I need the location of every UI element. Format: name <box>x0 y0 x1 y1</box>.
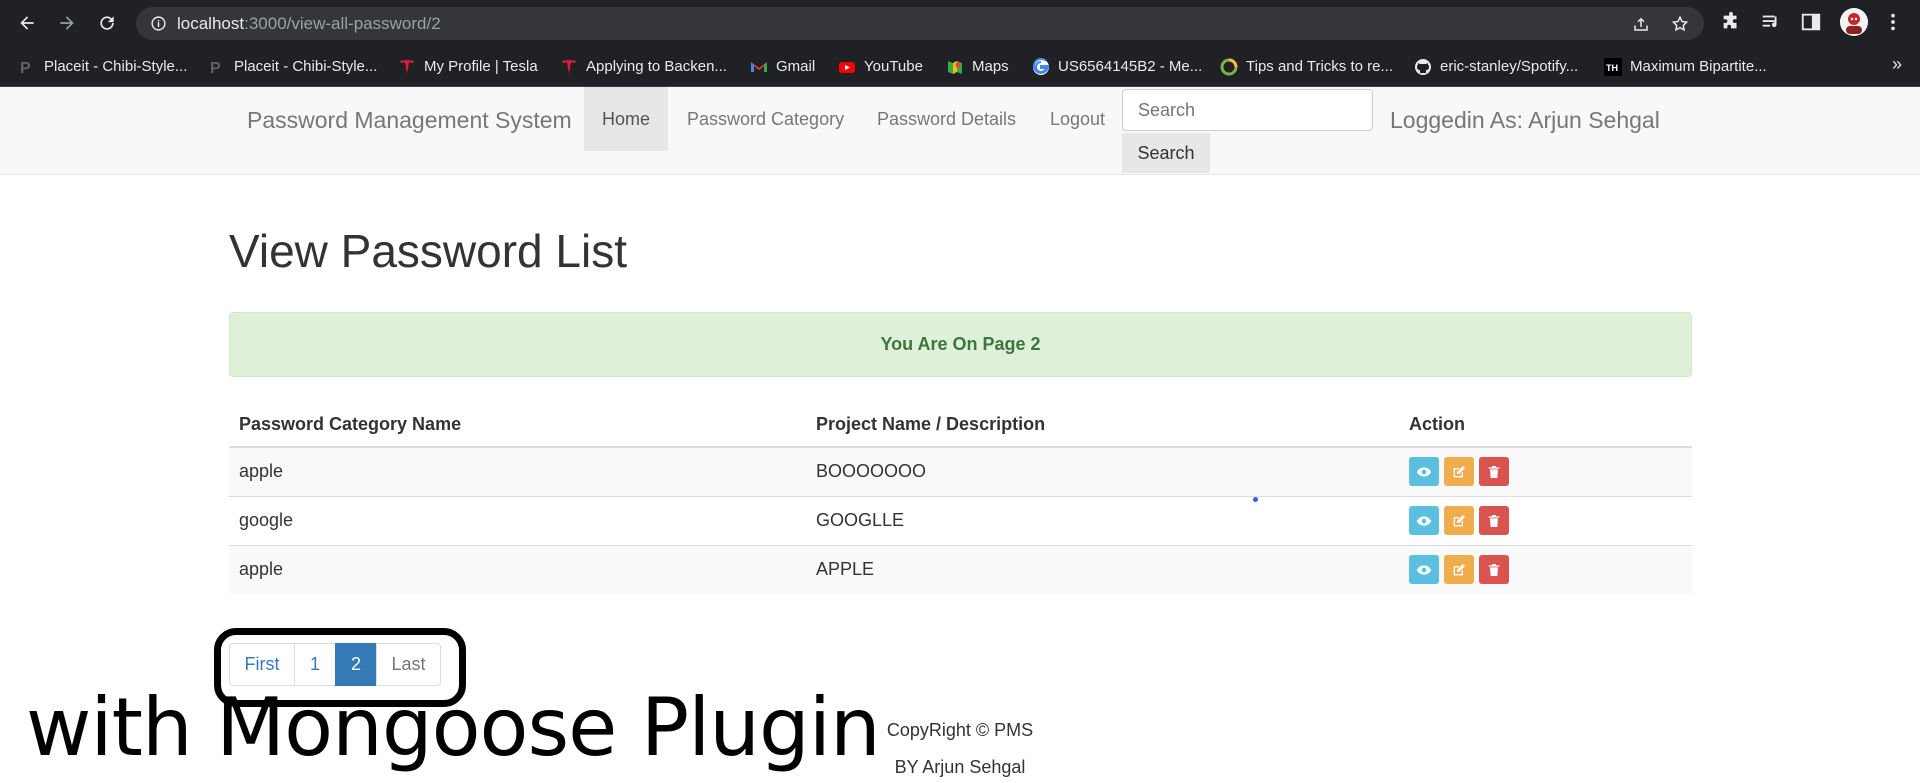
bookmark-youtube[interactable]: YouTube <box>838 46 923 87</box>
page-title: View Password List <box>229 225 627 277</box>
google-icon <box>1032 57 1050 76</box>
edit-icon <box>1453 514 1465 526</box>
tesla-icon <box>560 58 578 76</box>
cell-category: apple <box>229 446 806 496</box>
table-header-row: Password Category Name Project Name / De… <box>229 402 1692 448</box>
bookmarks-overflow-button[interactable]: » <box>1892 54 1902 75</box>
extensions-icon[interactable] <box>1720 11 1742 33</box>
bookmark-applying[interactable]: Applying to Backen... <box>560 46 727 87</box>
footer-copyright: CopyRight © PMS <box>886 720 1034 740</box>
youtube-icon <box>838 58 856 76</box>
browser-toolbar: localhost:3000/view-all-password/2 <box>0 0 1920 46</box>
pagination-page-2[interactable]: 2 <box>335 643 377 686</box>
bookmark-github[interactable]: eric-stanley/Spotify... <box>1414 46 1578 87</box>
gmail-icon <box>750 58 768 76</box>
pagination-first[interactable]: First <box>229 643 295 686</box>
address-bar[interactable]: localhost:3000/view-all-password/2 <box>136 7 1704 40</box>
delete-button[interactable] <box>1479 555 1509 585</box>
ring-icon <box>1220 58 1238 76</box>
svg-text:P: P <box>210 60 221 76</box>
nav-home[interactable]: Home <box>584 87 668 151</box>
cell-project: APPLE <box>806 544 1399 594</box>
cell-actions <box>1399 446 1692 496</box>
bookmark-tesla-profile[interactable]: My Profile | Tesla <box>398 46 538 87</box>
media-control-icon[interactable] <box>1760 11 1782 33</box>
nav-password-category[interactable]: Password Category <box>687 87 844 151</box>
menu-kebab-icon[interactable] <box>1882 11 1904 33</box>
app-navbar: Password Management System Home Password… <box>0 87 1920 175</box>
trash-icon <box>1488 563 1500 576</box>
view-button[interactable] <box>1409 555 1439 585</box>
footer-author: BY Arjun Sehgal <box>894 757 1026 777</box>
placeit-icon: P <box>18 58 36 76</box>
bookmark-gmail[interactable]: Gmail <box>750 46 815 87</box>
edit-button[interactable] <box>1444 506 1474 535</box>
edit-button[interactable] <box>1444 555 1474 585</box>
bookmark-tips[interactable]: Tips and Tricks to re... <box>1220 46 1393 87</box>
header-action: Action <box>1399 402 1692 448</box>
pagination-page-1[interactable]: 1 <box>294 643 336 686</box>
table-row: apple BOOOOOOO <box>229 446 1692 496</box>
delete-button[interactable] <box>1479 457 1509 487</box>
url-text[interactable]: localhost:3000/view-all-password/2 <box>177 14 441 34</box>
table-row: google GOOGLLE <box>229 495 1692 545</box>
bookmark-bipartite[interactable]: TH Maximum Bipartite... <box>1604 46 1767 87</box>
side-panel-icon[interactable] <box>1800 11 1822 33</box>
placeit-icon: P <box>208 58 226 76</box>
eye-icon <box>1416 565 1432 575</box>
maps-icon <box>946 58 964 76</box>
logged-in-user: Loggedin As: Arjun Sehgal <box>1390 107 1660 133</box>
cursor-dot <box>1253 497 1258 502</box>
bookmark-placeit-2[interactable]: P Placeit - Chibi-Style... <box>208 46 377 87</box>
cell-project: GOOGLLE <box>806 495 1399 545</box>
search-input[interactable] <box>1122 89 1373 131</box>
svg-text:P: P <box>20 60 31 76</box>
table-row: apple APPLE <box>229 544 1692 594</box>
cell-actions <box>1399 495 1692 545</box>
forward-icon[interactable] <box>53 9 81 37</box>
view-button[interactable] <box>1409 506 1439 535</box>
share-icon[interactable] <box>1632 15 1650 33</box>
pagination: First 1 2 Last <box>229 643 441 686</box>
cell-category: apple <box>229 544 806 594</box>
brand-link[interactable]: Password Management System <box>247 107 572 134</box>
edit-button[interactable] <box>1444 457 1474 487</box>
bookmark-maps[interactable]: Maps <box>946 46 1009 87</box>
bookmark-placeit-1[interactable]: P Placeit - Chibi-Style... <box>18 46 187 87</box>
trash-icon <box>1488 514 1500 527</box>
cell-category: google <box>229 495 806 545</box>
back-icon[interactable] <box>13 9 41 37</box>
th-icon: TH <box>1604 57 1622 76</box>
profile-avatar[interactable] <box>1840 8 1868 36</box>
pagination-last[interactable]: Last <box>376 643 441 686</box>
cell-actions <box>1399 544 1692 594</box>
cell-project: BOOOOOOO <box>806 446 1399 496</box>
nav-logout[interactable]: Logout <box>1050 87 1105 151</box>
bookmark-star-icon[interactable] <box>1671 15 1689 33</box>
header-project: Project Name / Description <box>806 402 1399 448</box>
delete-button[interactable] <box>1479 506 1509 535</box>
password-table: Password Category Name Project Name / De… <box>229 402 1692 594</box>
eye-icon <box>1416 467 1432 477</box>
info-icon[interactable] <box>150 15 167 32</box>
reload-icon[interactable] <box>93 9 121 37</box>
svg-text:TH: TH <box>1606 63 1618 73</box>
header-category: Password Category Name <box>229 402 806 448</box>
bookmark-patent[interactable]: US6564145B2 - Me... <box>1032 46 1202 87</box>
view-button[interactable] <box>1409 457 1439 487</box>
trash-icon <box>1488 465 1500 478</box>
edit-icon <box>1453 465 1465 478</box>
eye-icon <box>1416 515 1432 526</box>
edit-icon <box>1453 563 1465 576</box>
page-alert: You Are On Page 2 <box>229 312 1692 377</box>
github-icon <box>1414 58 1432 76</box>
bookmarks-bar: P Placeit - Chibi-Style... P Placeit - C… <box>0 46 1920 87</box>
nav-password-details[interactable]: Password Details <box>877 87 1016 151</box>
tesla-icon <box>398 58 416 76</box>
search-button[interactable]: Search <box>1122 133 1210 173</box>
